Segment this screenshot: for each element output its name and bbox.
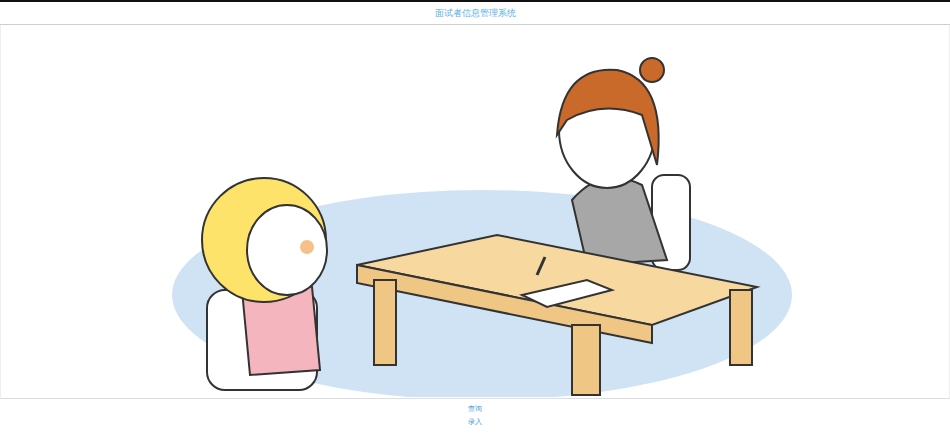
candidate-cheek <box>300 240 314 254</box>
table-leg <box>572 325 600 395</box>
table-leg <box>730 290 752 365</box>
interview-illustration <box>2 25 948 397</box>
page: 面试者信息管理系统 查询录入 <box>0 0 950 447</box>
table-front <box>357 265 652 343</box>
footer: 查询录入 <box>0 399 950 447</box>
hair-bun <box>640 58 664 82</box>
candidate-face <box>247 205 327 295</box>
nav-link[interactable]: 录入 <box>468 418 482 427</box>
app-title: 面试者信息管理系统 <box>435 7 516 20</box>
nav-link[interactable]: 查询 <box>468 405 482 414</box>
interviewer-hair <box>557 70 659 165</box>
banner-illustration <box>0 25 950 399</box>
header: 面试者信息管理系统 <box>0 0 950 25</box>
table-leg <box>374 280 396 365</box>
pen <box>537 257 545 275</box>
paper <box>522 280 612 307</box>
candidate-hair <box>202 178 326 302</box>
